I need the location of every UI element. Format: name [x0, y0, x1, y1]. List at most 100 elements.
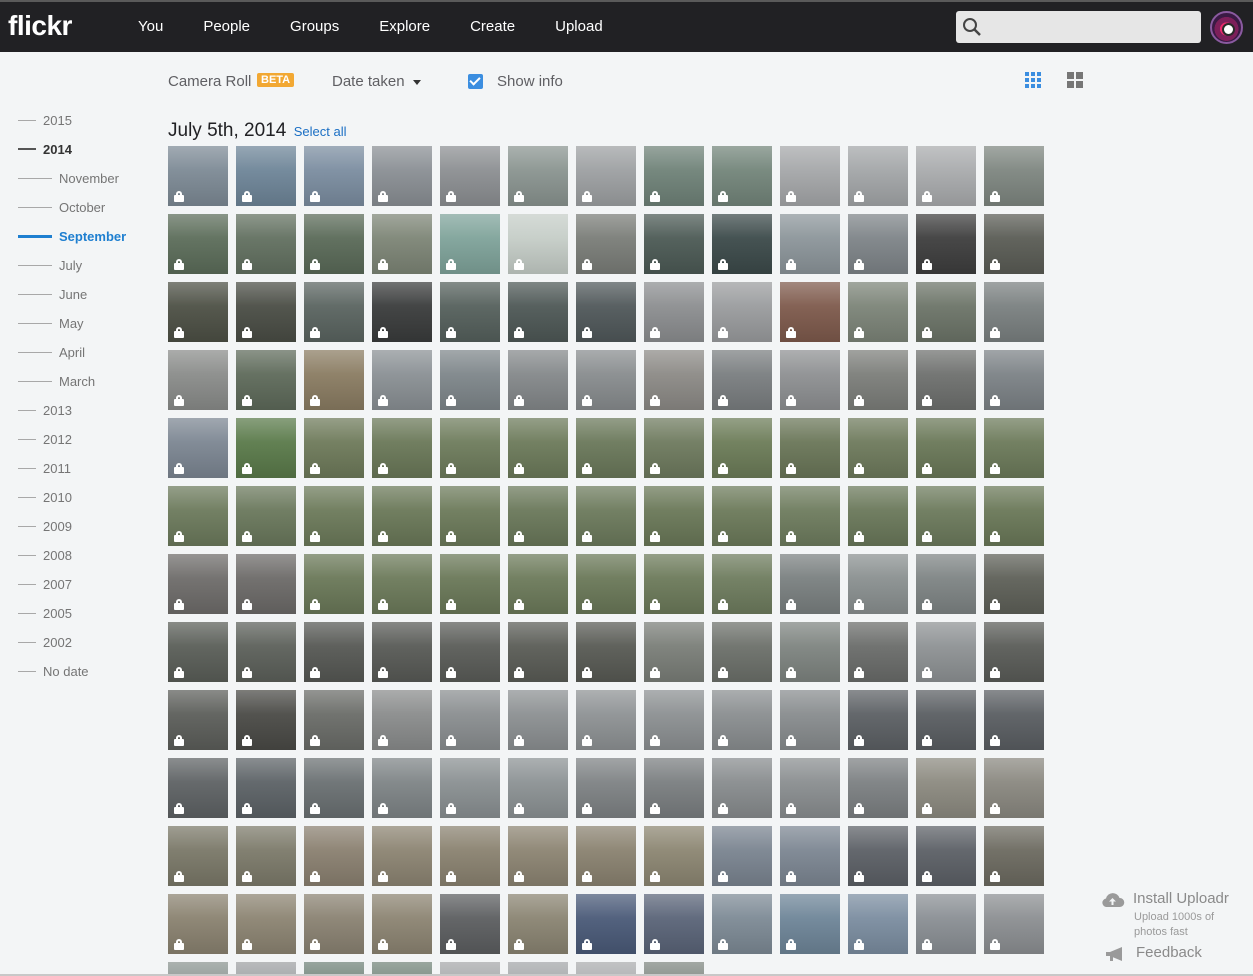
photo-thumbnail[interactable] — [576, 622, 636, 682]
photo-thumbnail[interactable] — [168, 418, 228, 478]
photo-thumbnail[interactable] — [848, 350, 908, 410]
photo-thumbnail[interactable] — [644, 622, 704, 682]
photo-thumbnail[interactable] — [168, 282, 228, 342]
photo-thumbnail[interactable] — [712, 146, 772, 206]
photo-thumbnail[interactable] — [712, 350, 772, 410]
photo-thumbnail[interactable] — [916, 214, 976, 274]
photo-thumbnail[interactable] — [440, 486, 500, 546]
photo-thumbnail[interactable] — [372, 894, 432, 954]
photo-thumbnail[interactable] — [508, 826, 568, 886]
photo-thumbnail[interactable] — [372, 486, 432, 546]
photo-thumbnail[interactable] — [236, 758, 296, 818]
photo-thumbnail[interactable] — [372, 418, 432, 478]
photo-thumbnail[interactable] — [440, 146, 500, 206]
photo-thumbnail[interactable] — [848, 282, 908, 342]
photo-thumbnail[interactable] — [168, 486, 228, 546]
photo-thumbnail[interactable] — [168, 894, 228, 954]
photo-thumbnail[interactable] — [848, 758, 908, 818]
photo-thumbnail[interactable] — [508, 758, 568, 818]
nav-link-upload[interactable]: Upload — [535, 2, 623, 52]
photo-thumbnail[interactable] — [780, 282, 840, 342]
photo-thumbnail[interactable] — [304, 282, 364, 342]
photo-thumbnail[interactable] — [644, 554, 704, 614]
photo-thumbnail[interactable] — [780, 350, 840, 410]
select-all-link[interactable]: Select all — [294, 124, 347, 139]
photo-thumbnail[interactable] — [848, 214, 908, 274]
large-grid-view-icon[interactable] — [1067, 72, 1083, 88]
photo-thumbnail[interactable] — [508, 418, 568, 478]
photo-thumbnail[interactable] — [236, 826, 296, 886]
photo-thumbnail[interactable] — [984, 418, 1044, 478]
photo-thumbnail[interactable] — [712, 282, 772, 342]
nav-link-groups[interactable]: Groups — [270, 2, 359, 52]
photo-thumbnail[interactable] — [304, 418, 364, 478]
photo-thumbnail[interactable] — [372, 214, 432, 274]
photo-thumbnail[interactable] — [440, 350, 500, 410]
photo-thumbnail[interactable] — [644, 282, 704, 342]
photo-thumbnail[interactable] — [916, 826, 976, 886]
photo-thumbnail[interactable] — [168, 554, 228, 614]
photo-thumbnail[interactable] — [508, 214, 568, 274]
photo-thumbnail[interactable] — [236, 554, 296, 614]
photo-thumbnail[interactable] — [168, 214, 228, 274]
photo-thumbnail[interactable] — [644, 214, 704, 274]
photo-thumbnail[interactable] — [576, 486, 636, 546]
photo-thumbnail[interactable] — [780, 486, 840, 546]
photo-thumbnail[interactable] — [576, 826, 636, 886]
photo-thumbnail[interactable] — [372, 282, 432, 342]
photo-thumbnail[interactable] — [916, 690, 976, 750]
photo-thumbnail[interactable] — [508, 690, 568, 750]
photo-thumbnail[interactable] — [236, 146, 296, 206]
photo-thumbnail[interactable] — [780, 758, 840, 818]
photo-thumbnail[interactable] — [848, 622, 908, 682]
photo-thumbnail[interactable] — [984, 894, 1044, 954]
photo-thumbnail[interactable] — [304, 622, 364, 682]
photo-thumbnail[interactable] — [916, 894, 976, 954]
photo-thumbnail[interactable] — [644, 350, 704, 410]
photo-thumbnail[interactable] — [644, 418, 704, 478]
photo-thumbnail[interactable] — [984, 622, 1044, 682]
photo-thumbnail[interactable] — [848, 146, 908, 206]
photo-thumbnail[interactable] — [236, 486, 296, 546]
photo-thumbnail[interactable] — [440, 690, 500, 750]
photo-thumbnail[interactable] — [576, 758, 636, 818]
photo-thumbnail[interactable] — [236, 350, 296, 410]
photo-thumbnail[interactable] — [372, 622, 432, 682]
nav-link-create[interactable]: Create — [450, 2, 535, 52]
photo-thumbnail[interactable] — [508, 350, 568, 410]
photo-thumbnail[interactable] — [644, 486, 704, 546]
photo-thumbnail[interactable] — [644, 758, 704, 818]
show-info-checkbox[interactable] — [468, 74, 483, 89]
photo-thumbnail[interactable] — [372, 350, 432, 410]
photo-thumbnail[interactable] — [848, 418, 908, 478]
photo-thumbnail[interactable] — [168, 758, 228, 818]
photo-thumbnail[interactable] — [304, 690, 364, 750]
photo-thumbnail[interactable] — [984, 146, 1044, 206]
photo-thumbnail[interactable] — [508, 894, 568, 954]
photo-thumbnail[interactable] — [712, 418, 772, 478]
nav-link-you[interactable]: You — [118, 2, 183, 52]
photo-thumbnail[interactable] — [304, 554, 364, 614]
photo-thumbnail[interactable] — [848, 894, 908, 954]
photo-thumbnail[interactable] — [712, 826, 772, 886]
photo-thumbnail[interactable] — [508, 622, 568, 682]
photo-thumbnail[interactable] — [440, 894, 500, 954]
photo-thumbnail[interactable] — [848, 554, 908, 614]
photo-thumbnail[interactable] — [916, 554, 976, 614]
photo-thumbnail[interactable] — [236, 214, 296, 274]
photo-thumbnail[interactable] — [576, 350, 636, 410]
photo-thumbnail[interactable] — [780, 894, 840, 954]
photo-thumbnail[interactable] — [372, 690, 432, 750]
photo-thumbnail[interactable] — [712, 554, 772, 614]
photo-thumbnail[interactable] — [780, 146, 840, 206]
photo-thumbnail[interactable] — [984, 350, 1044, 410]
photo-thumbnail[interactable] — [440, 826, 500, 886]
photo-thumbnail[interactable] — [168, 690, 228, 750]
photo-thumbnail[interactable] — [372, 146, 432, 206]
photo-thumbnail[interactable] — [780, 622, 840, 682]
photo-thumbnail[interactable] — [644, 690, 704, 750]
photo-thumbnail[interactable] — [712, 486, 772, 546]
photo-thumbnail[interactable] — [304, 486, 364, 546]
photo-thumbnail[interactable] — [984, 690, 1044, 750]
photo-thumbnail[interactable] — [916, 622, 976, 682]
